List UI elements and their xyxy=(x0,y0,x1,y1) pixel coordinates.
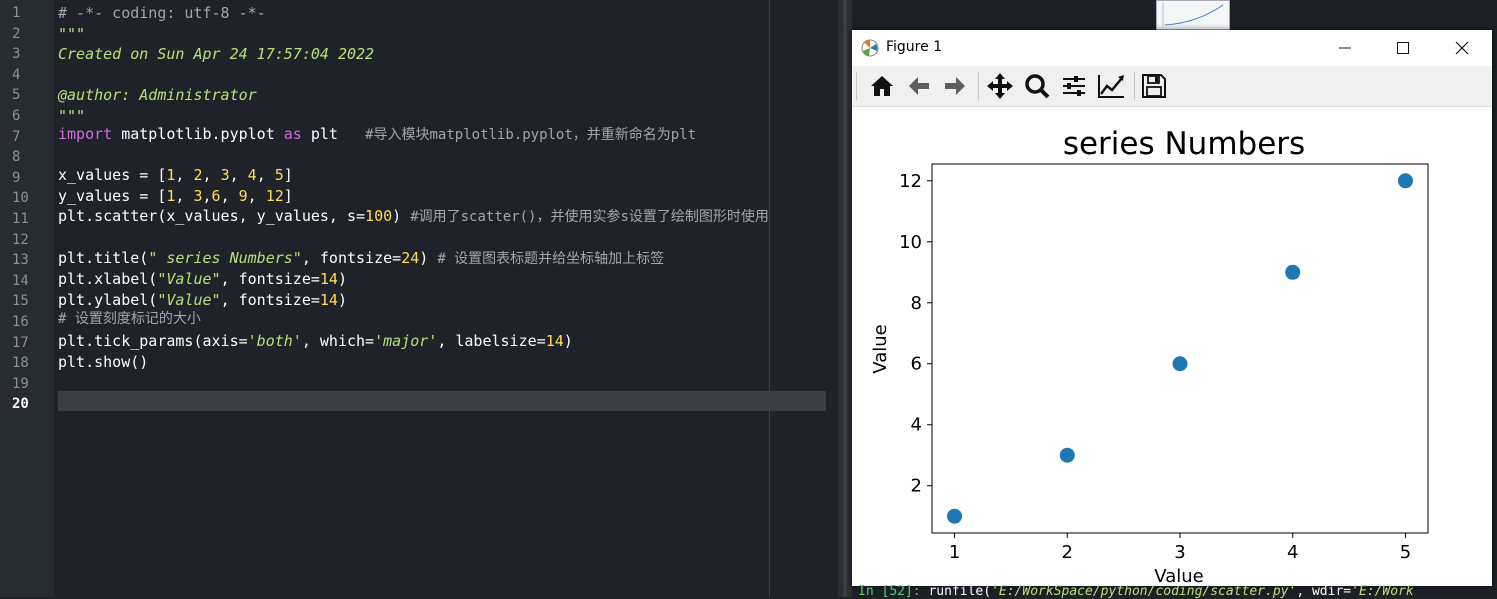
scatter-chart: series Numbers 12345 24681012 Value Valu… xyxy=(870,126,1429,587)
line-number: 19 xyxy=(12,375,29,392)
code-line-14: plt.xlabel("Value", fontsize=14) xyxy=(58,270,347,288)
code-line-9: x_values = [1, 2, 3, 4, 5] xyxy=(58,166,293,184)
figure-titlebar[interactable]: Figure 1 xyxy=(852,30,1492,66)
line-number: 17 xyxy=(12,334,29,351)
forward-button[interactable] xyxy=(939,70,971,102)
pan-icon xyxy=(987,73,1013,99)
line-number: 5 xyxy=(12,87,21,104)
line-number: 13 xyxy=(12,252,29,269)
home-icon xyxy=(871,76,893,96)
code-line-13: plt.title(" series Numbers", fontsize=24… xyxy=(58,249,665,267)
code-line-5: @author: Administrator xyxy=(58,86,257,105)
x-tick-label: 1 xyxy=(949,542,960,563)
pane-splitter[interactable] xyxy=(838,0,852,597)
scatter-point xyxy=(1172,356,1188,372)
app-icon xyxy=(860,38,880,62)
line-number: 14 xyxy=(12,272,29,289)
line-number: 8 xyxy=(12,149,21,166)
subplots-config-icon xyxy=(1063,76,1085,96)
line-number: 9 xyxy=(12,169,21,186)
x-axis-label: Value xyxy=(1154,566,1203,586)
code-line-18: plt.show() xyxy=(58,353,149,371)
chart-title: series Numbers xyxy=(1063,126,1305,162)
code-editor[interactable]: 1 2 3 4 5 6 7 8 9 10 11 12 13 14 15 16 17 18 19 20 # -*- co… xyxy=(0,0,838,597)
line-number: 11 xyxy=(12,211,29,227)
x-tick-label: 2 xyxy=(1062,542,1073,563)
save-icon xyxy=(1142,74,1166,98)
scatter-point xyxy=(947,508,963,524)
x-tick-label: 4 xyxy=(1287,542,1298,563)
maximize-button[interactable] xyxy=(1383,36,1423,60)
y-tick-label: 10 xyxy=(899,232,922,253)
line-number: 15 xyxy=(12,293,29,310)
edge-line xyxy=(769,0,770,597)
axes-frame xyxy=(931,163,1429,534)
back-button[interactable] xyxy=(903,70,935,102)
code-line-17: plt.tick_params(axis='both', which='majo… xyxy=(58,332,573,350)
line-number: 6 xyxy=(12,108,21,124)
plot-thumbnail[interactable] xyxy=(1156,0,1230,30)
scatter-point xyxy=(1397,173,1413,189)
code-line-7: import matplotlib.pyplot as plt #导入模块mat… xyxy=(58,125,697,143)
x-axis-ticks: 1 2 3 4 5 xyxy=(949,533,1411,563)
y-tick-label: 6 xyxy=(911,354,922,375)
close-button[interactable] xyxy=(1442,36,1482,60)
y-tick-label: 8 xyxy=(911,293,922,314)
minimize-icon xyxy=(1339,47,1351,49)
home-button[interactable] xyxy=(866,70,898,102)
line-number: 12 xyxy=(12,231,29,248)
line-number: 16 xyxy=(12,314,29,330)
scatter-point xyxy=(1059,447,1075,463)
line-number: 3 xyxy=(12,46,21,63)
line-number: 2 xyxy=(12,25,21,42)
y-axis-label: Value xyxy=(870,324,891,373)
y-tick-label: 12 xyxy=(899,171,922,192)
pan-button[interactable] xyxy=(984,70,1016,102)
line-number: 20 xyxy=(12,396,29,413)
x-tick-label: 5 xyxy=(1400,542,1411,563)
code-line-10: y_values = [1, 3,6, 9, 12] xyxy=(58,187,293,205)
close-icon xyxy=(1455,41,1469,55)
line-number: 4 xyxy=(12,66,21,83)
zoom-icon xyxy=(1025,74,1050,99)
save-button[interactable] xyxy=(1138,70,1170,102)
figure-toolbar xyxy=(852,66,1492,107)
zoom-button[interactable] xyxy=(1021,70,1053,102)
back-arrow-icon xyxy=(909,77,929,95)
scatter-points xyxy=(947,173,1413,524)
y-tick-label: 2 xyxy=(911,476,922,497)
line-number: 10 xyxy=(12,190,29,207)
plot-canvas[interactable]: series Numbers 12345 2 4 6 8 10 12 Value Valu… xyxy=(852,107,1492,587)
y-tick-label: 4 xyxy=(911,415,922,436)
code-line-1: # -*- coding: utf-8 -*- xyxy=(58,4,266,22)
edit-axes-button[interactable] xyxy=(1095,70,1127,102)
scatter-point xyxy=(1285,264,1301,280)
code-line-11: plt.scatter(x_values, y_values, s=100) #… xyxy=(58,207,769,225)
axes-edit-icon xyxy=(1098,75,1124,98)
line-number: 1 xyxy=(12,5,21,21)
x-tick-label: 3 xyxy=(1174,542,1185,563)
y-axis-ticks: 2 4 6 8 10 12 xyxy=(899,171,932,497)
maximize-icon xyxy=(1397,42,1409,54)
code-line-16: # 设置刻度标记的大小 xyxy=(58,311,201,327)
configure-subplots-button[interactable] xyxy=(1058,70,1090,102)
current-line-highlight xyxy=(58,391,826,411)
forward-arrow-icon xyxy=(945,77,965,95)
figure-title: Figure 1 xyxy=(886,39,943,55)
minimize-button[interactable] xyxy=(1325,36,1365,60)
line-number: 18 xyxy=(12,355,29,372)
figure-window: Figure 1 series Numbers 1 2 3 4 5 2 4 6 … xyxy=(852,30,1492,587)
code-line-15: plt.ylabel("Value", fontsize=14) xyxy=(58,291,347,309)
code-line-3: Created on Sun Apr 24 17:57:04 2022 xyxy=(58,45,375,64)
line-number: 7 xyxy=(12,128,21,145)
code-line-2: """ xyxy=(58,24,86,43)
line-number-gutter: 1 2 3 4 5 6 7 8 9 10 11 12 13 14 15 16 17 18 19 20 xyxy=(0,0,54,597)
